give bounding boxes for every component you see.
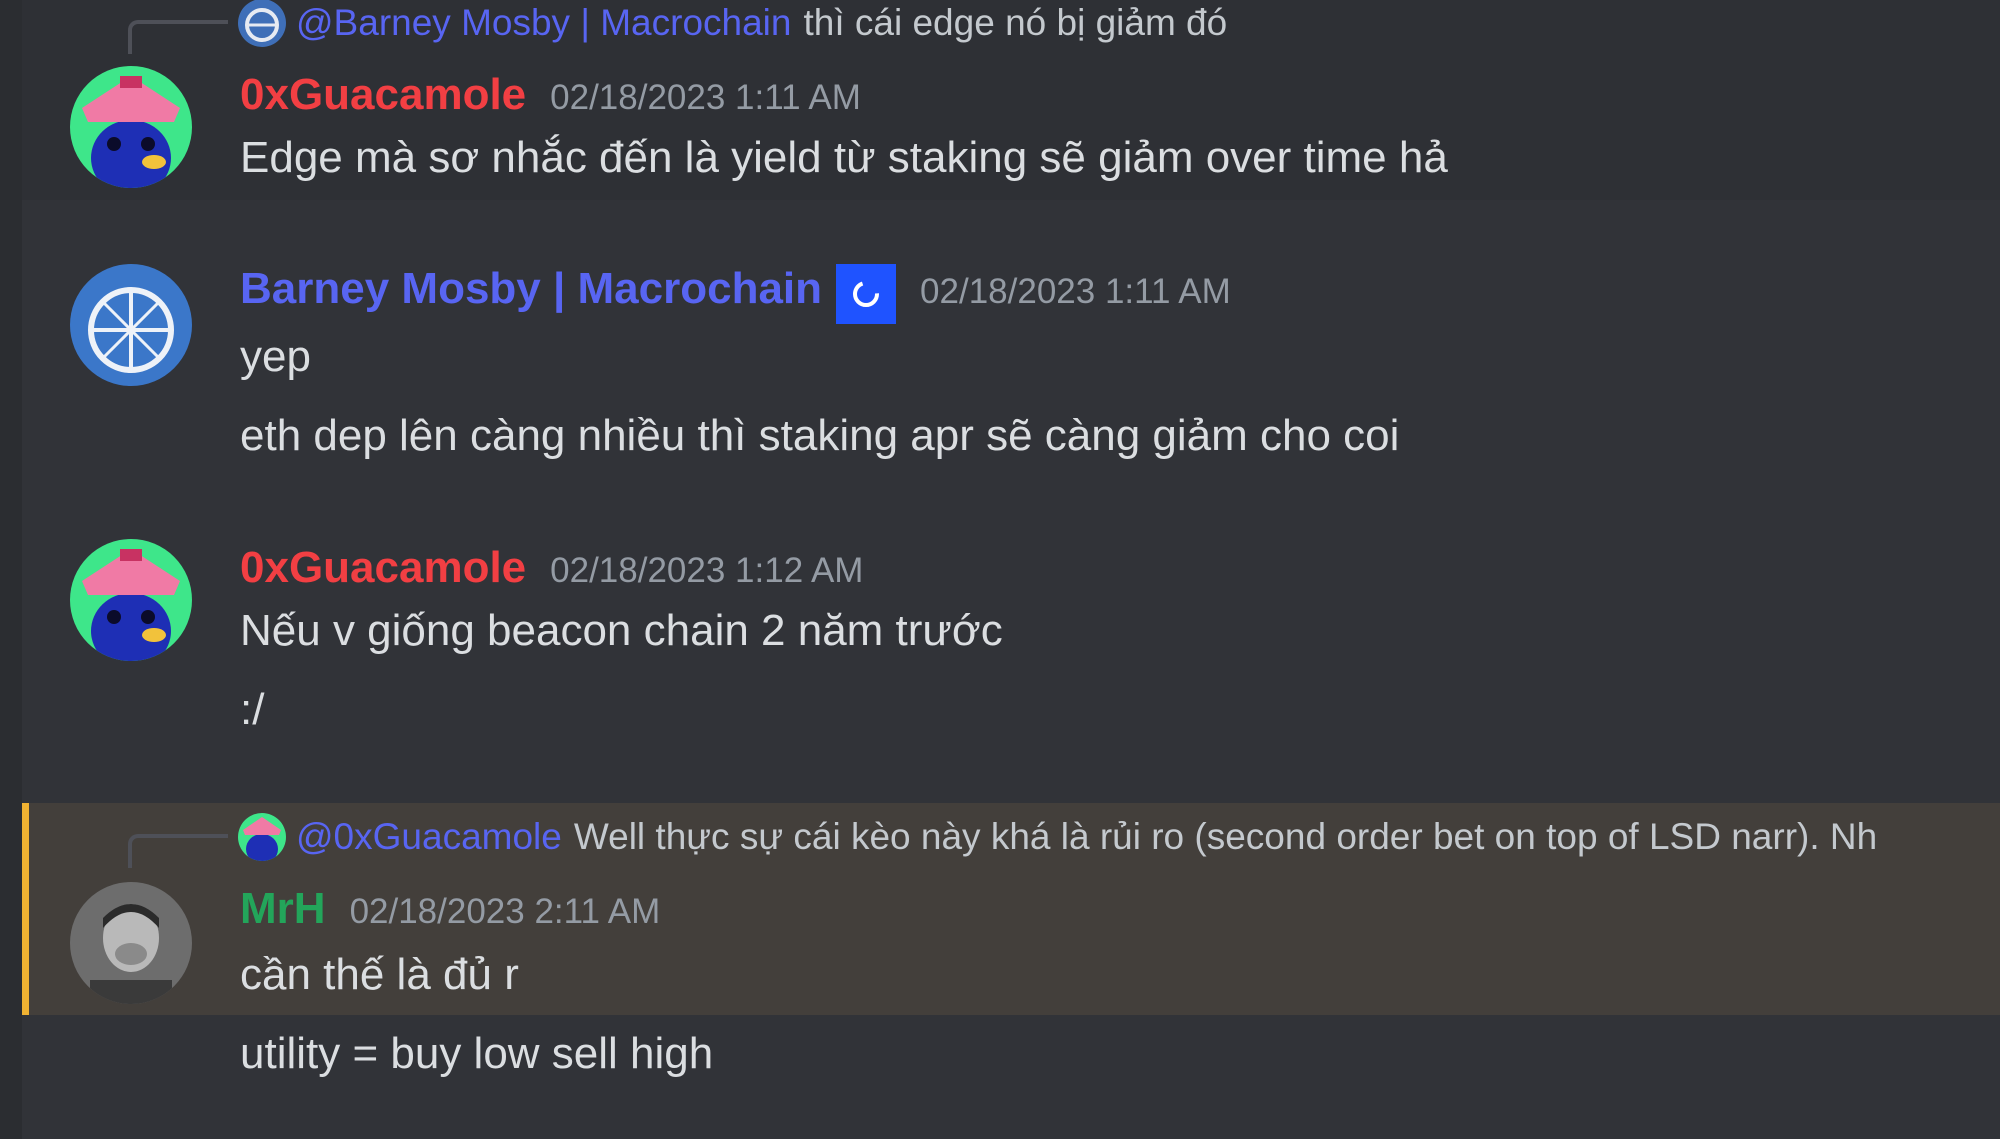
message-text: :/ <box>240 685 265 734</box>
avatar[interactable] <box>70 264 192 386</box>
role-badge-icon[interactable] <box>836 264 897 324</box>
timestamp: 02/18/2023 1:12 AM <box>550 551 864 590</box>
username[interactable]: 0xGuacamole <box>240 70 526 120</box>
message-header: MrH 02/18/2023 2:11 AM <box>240 884 660 934</box>
reply-text: thì cái edge nó bị giảm đó <box>803 2 1228 43</box>
reply-mention[interactable]: @0xGuacamole <box>296 816 562 858</box>
reply-preview[interactable]: @Barney Mosby | Macrochain thì cái edge … <box>238 0 1228 47</box>
avatar[interactable] <box>70 882 192 1004</box>
reply-text: Well thực sự cái kèo này khá là rủi ro (… <box>573 816 1878 857</box>
reply-preview[interactable]: @0xGuacamole Well thực sự cái kèo này kh… <box>238 813 1878 861</box>
message-text: Nếu v giống beacon chain 2 năm trước <box>240 606 1003 655</box>
message-header: 0xGuacamole 02/18/2023 1:12 AM <box>240 543 863 593</box>
username[interactable]: 0xGuacamole <box>240 543 526 593</box>
timestamp: 02/18/2023 2:11 AM <box>349 892 661 931</box>
reply-avatar <box>238 813 286 861</box>
avatar[interactable] <box>70 539 192 661</box>
reply-connector <box>128 834 228 868</box>
reply-mention[interactable]: @Barney Mosby | Macrochain <box>296 2 791 44</box>
timestamp: 02/18/2023 1:11 AM <box>550 78 861 117</box>
reply-connector <box>128 20 228 54</box>
reply-avatar <box>238 0 286 47</box>
message-text: Edge mà sơ nhắc đến là yield từ staking … <box>240 133 1448 182</box>
username[interactable]: MrH <box>240 884 326 934</box>
timestamp: 02/18/2023 1:11 AM <box>920 272 1231 311</box>
message-text: eth dep lên càng nhiều thì staking apr s… <box>240 411 1400 460</box>
username[interactable]: Barney Mosby | Macrochain <box>240 264 822 314</box>
message-text: yep <box>240 332 311 381</box>
message-text: utility = buy low sell high <box>240 1029 714 1078</box>
message-header: Barney Mosby | Macrochain 02/18/2023 1:1… <box>240 264 1231 324</box>
message-text: cần thế là đủ r <box>240 950 519 999</box>
left-rail <box>0 0 22 1139</box>
avatar[interactable] <box>70 66 192 188</box>
message-header: 0xGuacamole 02/18/2023 1:11 AM <box>240 70 861 120</box>
